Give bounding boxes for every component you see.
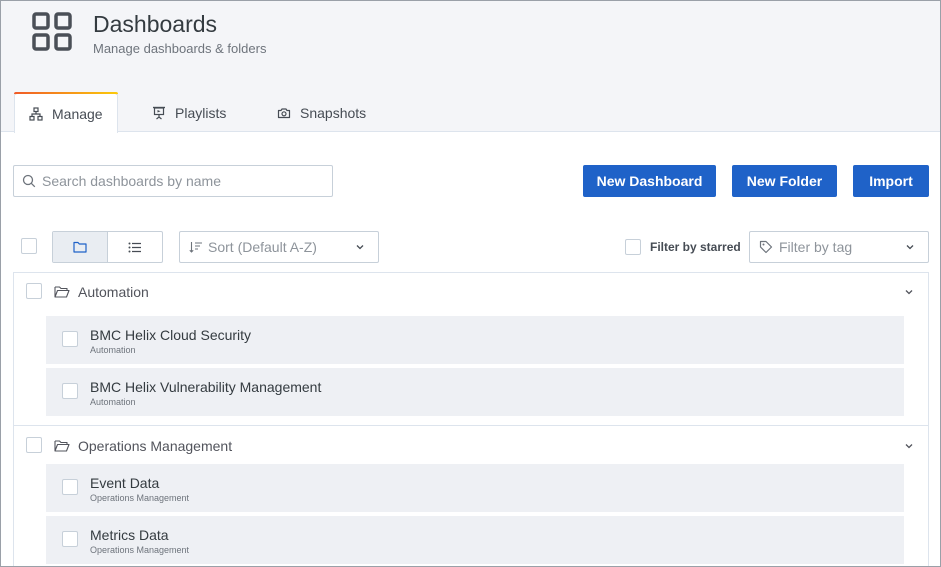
- starred-label: Filter by starred: [650, 240, 741, 254]
- sort-placeholder: Sort (Default A-Z): [208, 239, 317, 255]
- dashboard-row[interactable]: BMC Helix Vulnerability Management Autom…: [46, 368, 904, 416]
- new-folder-button[interactable]: New Folder: [732, 165, 837, 197]
- dashboard-title[interactable]: Event Data: [90, 475, 159, 491]
- camera-icon: [277, 106, 291, 120]
- dashboard-title[interactable]: BMC Helix Cloud Security: [90, 327, 251, 343]
- dashboard-checkbox[interactable]: [62, 331, 78, 347]
- tab-bar: Manage Playlists Snapshots: [1, 92, 940, 133]
- search-box[interactable]: [13, 165, 333, 197]
- tab-playlists-label: Playlists: [175, 104, 227, 121]
- dashboard-folder-label: Automation: [90, 345, 136, 355]
- folder-header-automation[interactable]: Automation: [14, 273, 928, 311]
- dashboard-folder-label: Operations Management: [90, 493, 190, 503]
- folder-view-button[interactable]: [53, 232, 108, 262]
- folder-header-operations-management[interactable]: Operations Management: [14, 427, 928, 465]
- dashboard-row[interactable]: Metrics Data Operations Management: [46, 516, 904, 564]
- search-icon: [22, 174, 36, 188]
- folder-icon: [73, 241, 87, 253]
- tab-snapshots[interactable]: Snapshots: [277, 92, 366, 133]
- chevron-down-icon[interactable]: [904, 287, 914, 297]
- dashboard-title[interactable]: BMC Helix Vulnerability Management: [90, 379, 321, 395]
- tab-manage[interactable]: Manage: [14, 92, 118, 133]
- folder-checkbox[interactable]: [26, 437, 42, 453]
- tag-filter-placeholder: Filter by tag: [779, 239, 853, 255]
- dashboard-row[interactable]: Event Data Operations Management: [46, 464, 904, 512]
- tab-snapshots-label: Snapshots: [300, 104, 367, 121]
- folder-open-icon: [54, 440, 70, 452]
- dashboard-checkbox[interactable]: [62, 383, 78, 399]
- dashboard-title[interactable]: Metrics Data: [90, 527, 169, 543]
- dashboard-folder-label: Operations Management: [90, 545, 190, 555]
- dashboard-folder-label: Automation: [90, 397, 136, 407]
- chevron-down-icon: [356, 245, 364, 250]
- tab-playlists[interactable]: Playlists: [152, 92, 226, 133]
- folder-open-icon: [54, 286, 70, 298]
- tag-filter-select[interactable]: Filter by tag: [749, 231, 929, 263]
- new-dashboard-button[interactable]: New Dashboard: [583, 165, 716, 197]
- dashboard-row[interactable]: BMC Helix Cloud Security Automation: [46, 316, 904, 364]
- page-header: Dashboards Manage dashboards & folders M…: [1, 1, 940, 133]
- folder-divider: [14, 425, 928, 426]
- list-view-button[interactable]: [108, 232, 163, 262]
- sitemap-icon: [29, 106, 43, 121]
- folder-name: Automation: [78, 284, 149, 300]
- presentation-icon: [152, 106, 166, 120]
- import-button[interactable]: Import: [853, 165, 929, 197]
- list-icon: [128, 242, 141, 252]
- folder-name: Operations Management: [78, 438, 233, 454]
- dashboard-checkbox[interactable]: [62, 479, 78, 495]
- sort-select[interactable]: Sort (Default A-Z): [179, 231, 379, 263]
- tab-manage-label: Manage: [52, 105, 103, 122]
- sort-icon: [189, 242, 202, 253]
- dashboard-checkbox[interactable]: [62, 531, 78, 547]
- folder-section: Operations Management: [14, 427, 928, 465]
- layout-toggle: [52, 231, 163, 263]
- starred-checkbox[interactable]: [625, 239, 641, 255]
- chevron-down-icon[interactable]: [904, 441, 914, 451]
- tag-icon: [759, 240, 773, 254]
- dashboard-grid-icon: [32, 12, 72, 51]
- page-title: Dashboards: [93, 11, 218, 37]
- app-window: Dashboards Manage dashboards & folders M…: [0, 0, 941, 567]
- page-subtitle: Manage dashboards & folders: [93, 41, 267, 56]
- search-input[interactable]: [42, 173, 322, 189]
- chevron-down-icon: [906, 245, 914, 250]
- dashboard-list: Automation BMC Helix Cloud Security Auto…: [13, 272, 929, 566]
- select-all-checkbox[interactable]: [21, 238, 37, 254]
- folder-checkbox[interactable]: [26, 283, 42, 299]
- folder-section: Automation: [14, 273, 928, 311]
- filter-by-starred[interactable]: Filter by starred: [625, 239, 741, 255]
